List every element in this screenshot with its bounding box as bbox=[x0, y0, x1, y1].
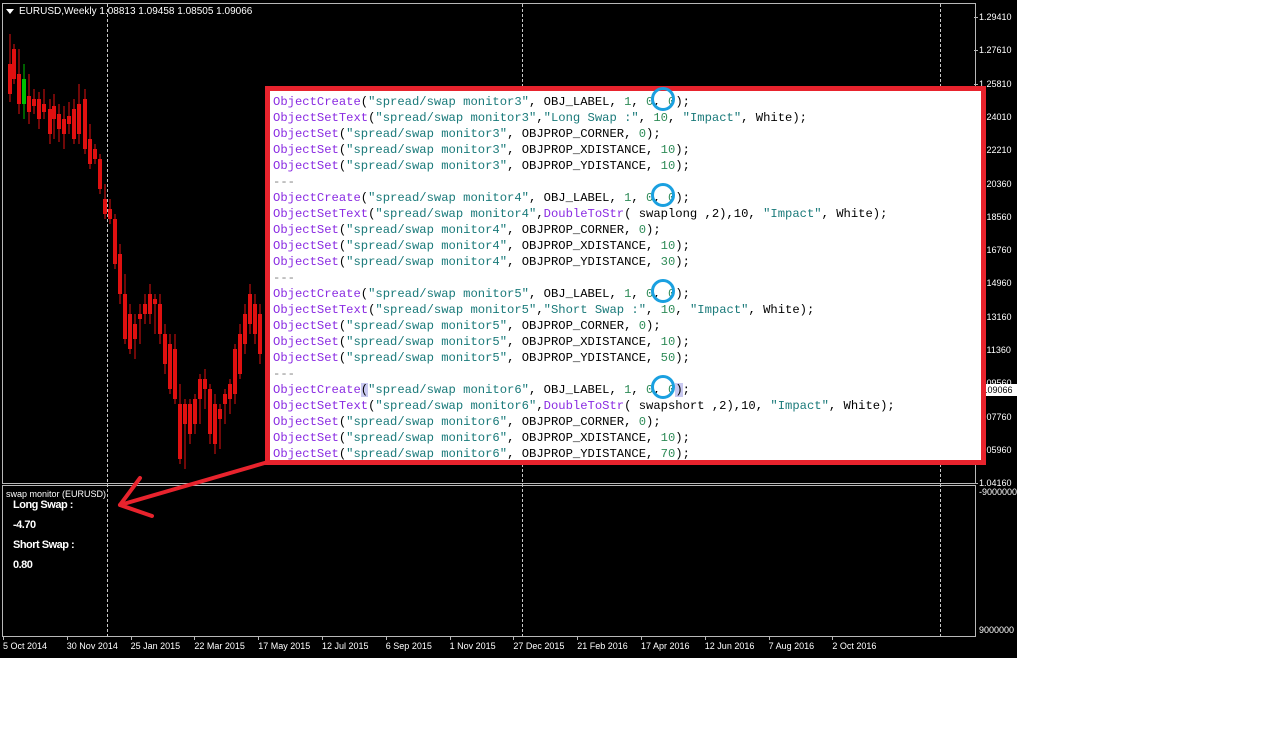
red-arrow-annotation bbox=[118, 460, 270, 518]
